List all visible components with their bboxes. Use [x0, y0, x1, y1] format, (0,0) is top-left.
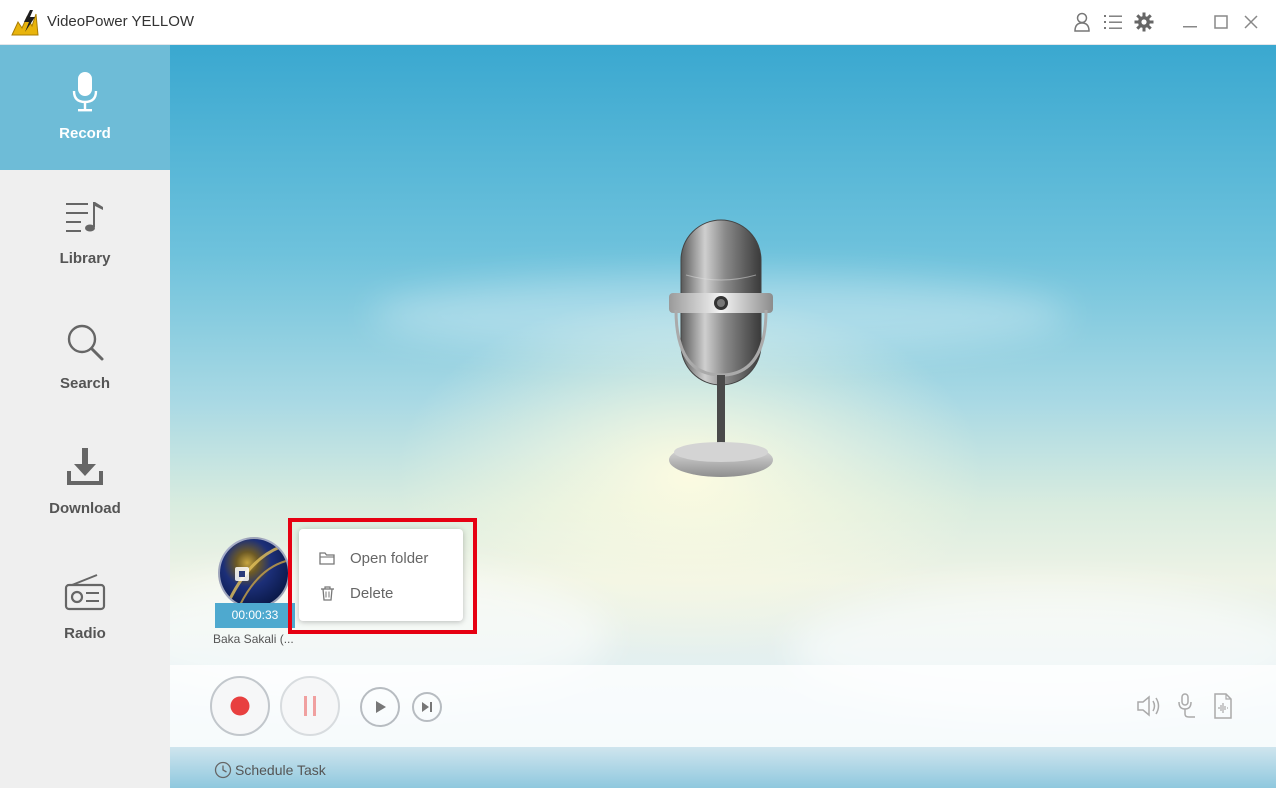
sidebar-item-label: Search: [59, 375, 111, 392]
audio-file-icon[interactable]: [1210, 693, 1236, 719]
record-icon: [230, 696, 250, 716]
bottom-bar: Schedule Task: [170, 747, 1276, 788]
delete-menu-item[interactable]: Delete: [299, 576, 463, 610]
sidebar-item-record[interactable]: Record: [0, 45, 170, 170]
trash-icon: [319, 585, 336, 602]
sidebar-item-label: Radio: [64, 625, 106, 642]
music-list-icon: [60, 192, 110, 242]
maximize-icon[interactable]: [1210, 11, 1232, 33]
menu-item-label: Open folder: [350, 550, 429, 567]
context-menu: Open folder Delete: [299, 529, 463, 621]
list-icon[interactable]: [1102, 11, 1124, 33]
user-icon[interactable]: [1071, 11, 1093, 33]
sidebar-item-label: Download: [49, 500, 121, 517]
folder-icon: [319, 550, 336, 567]
pause-icon: [304, 696, 316, 716]
skip-next-icon: [422, 702, 432, 712]
title-bar: VideoPower YELLOW: [0, 0, 1276, 45]
record-button[interactable]: [210, 676, 270, 736]
sidebar-item-label: Library: [59, 250, 111, 267]
microphone-source-icon[interactable]: [1173, 693, 1199, 719]
playback-control-bar: [170, 665, 1276, 747]
pause-button[interactable]: [280, 676, 340, 736]
sidebar-item-library[interactable]: Library: [0, 170, 170, 295]
sidebar-item-label: Record: [59, 125, 111, 142]
app-logo-icon: [10, 8, 40, 38]
sidebar-item-search[interactable]: Search: [0, 295, 170, 420]
sidebar-item-download[interactable]: Download: [0, 420, 170, 545]
microphone-icon: [60, 67, 110, 117]
download-icon: [60, 442, 110, 492]
schedule-task-button[interactable]: Schedule Task: [214, 761, 326, 779]
radio-icon: [60, 567, 110, 617]
next-button[interactable]: [412, 692, 442, 722]
schedule-task-label: Schedule Task: [235, 762, 326, 778]
menu-item-label: Delete: [350, 585, 394, 602]
play-icon: [376, 701, 386, 713]
app-title: VideoPower YELLOW: [47, 13, 195, 30]
minimize-icon[interactable]: [1179, 11, 1201, 33]
recording-duration: 00:00:33: [215, 603, 295, 628]
close-icon[interactable]: [1240, 11, 1262, 33]
record-main-area: 00:00:33 Baka Sakali (... Open folder De…: [170, 45, 1276, 788]
recording-thumbnail[interactable]: [218, 537, 290, 609]
microphone-illustration: [669, 219, 773, 477]
play-button[interactable]: [360, 687, 400, 727]
recording-name[interactable]: Baka Sakali (...: [213, 632, 294, 646]
search-icon: [60, 317, 110, 367]
sidebar-item-radio[interactable]: Radio: [0, 545, 170, 670]
gear-icon[interactable]: [1133, 11, 1155, 33]
open-folder-menu-item[interactable]: Open folder: [299, 541, 463, 575]
sidebar: Record Library Search Download Radio: [0, 45, 170, 788]
speaker-icon[interactable]: [1136, 693, 1162, 719]
clock-icon: [214, 761, 232, 779]
